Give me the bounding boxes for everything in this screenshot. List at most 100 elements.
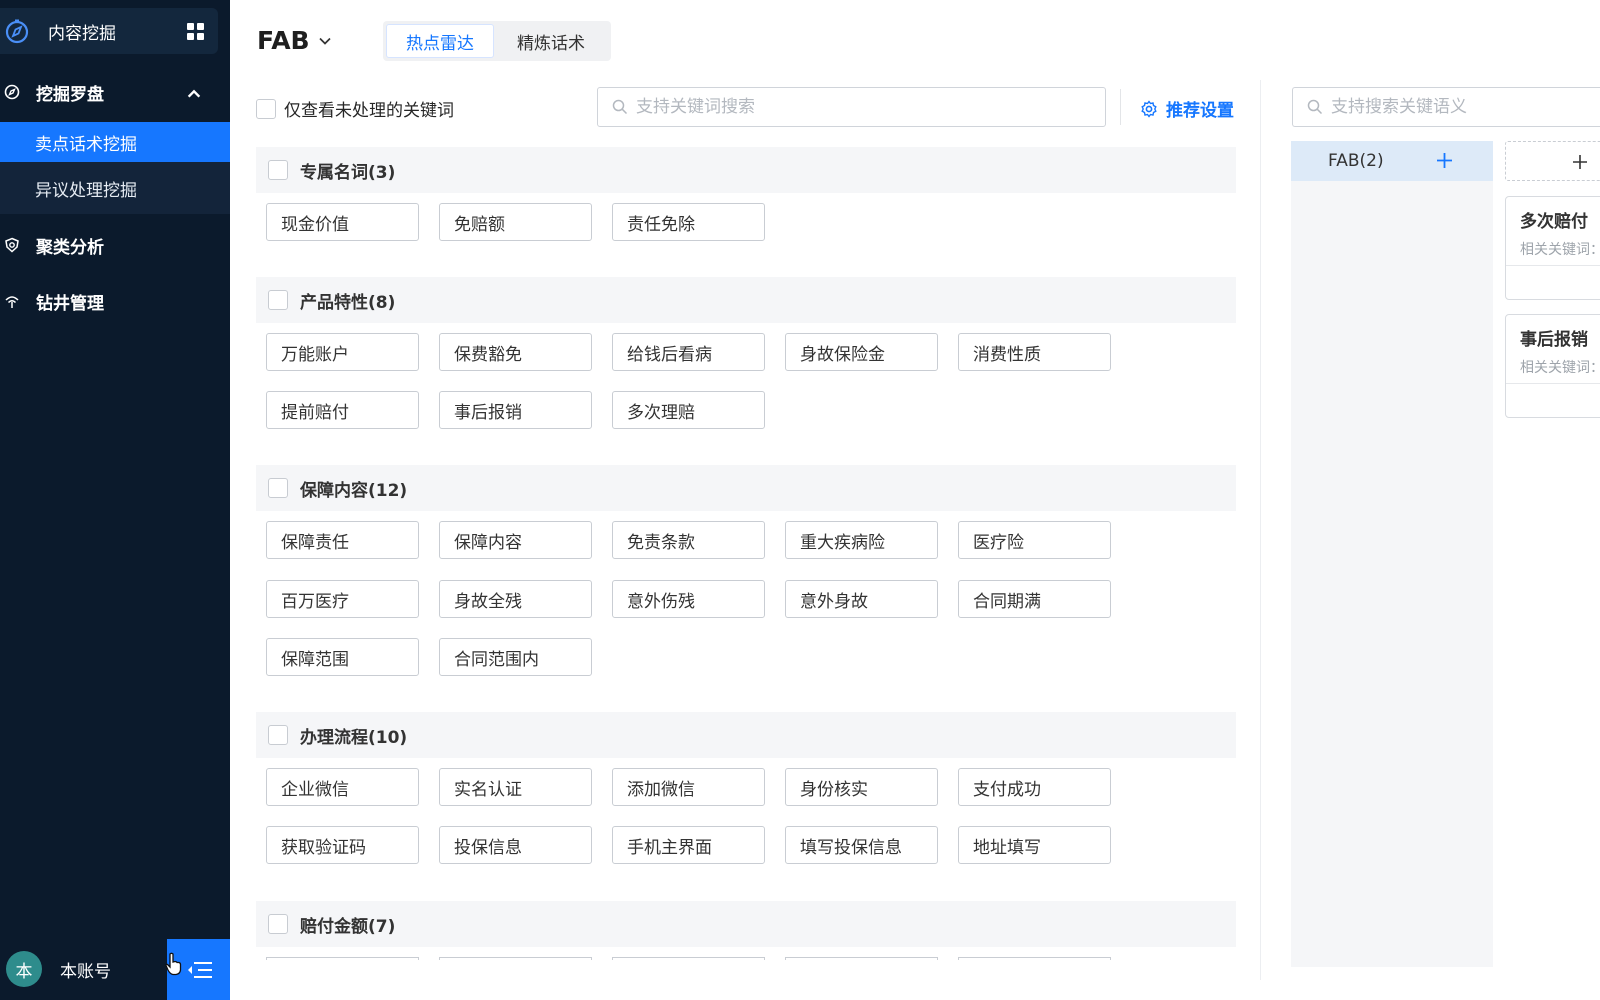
sub-item-label: 异议处理挖掘 xyxy=(35,180,137,201)
menu-collapse-icon xyxy=(187,961,212,978)
semantic-search-input[interactable] xyxy=(1331,97,1600,117)
tab-hot-radar[interactable]: 热点雷达 xyxy=(386,24,494,58)
unprocessed-checkbox[interactable] xyxy=(256,98,276,119)
semantic-search-box xyxy=(1292,87,1600,127)
add-column-button[interactable] xyxy=(1505,141,1600,181)
nav-group-cluster-analysis[interactable]: 聚类分析 xyxy=(0,225,230,265)
keyword-tag[interactable]: 身故全残 xyxy=(439,580,592,618)
section-checkbox[interactable] xyxy=(268,725,288,745)
keyword-tag[interactable]: 事后报销 xyxy=(439,391,592,429)
card-subtitle: 相关关键词： xyxy=(1520,242,1600,258)
keyword-tag[interactable]: 现金价值 xyxy=(266,203,419,241)
unprocessed-label: 仅查看未处理的关键词 xyxy=(284,101,454,121)
app-header[interactable]: 内容挖掘 xyxy=(0,8,218,54)
keyword-tag[interactable]: 身份核实 xyxy=(785,768,938,806)
nav-group-mining-compass[interactable]: 挖掘罗盘 xyxy=(0,72,230,112)
sub-item-objection-handling[interactable]: 异议处理挖掘 xyxy=(0,168,230,208)
recommend-settings-label: 推荐设置 xyxy=(1166,101,1234,121)
nav-group-label: 挖掘罗盘 xyxy=(36,84,104,105)
panel-divider xyxy=(1260,80,1261,980)
chevron-up-icon[interactable] xyxy=(186,86,202,102)
keyword-tag[interactable]: 获取验证码 xyxy=(266,826,419,864)
keyword-tag[interactable]: 地址填写 xyxy=(958,826,1111,864)
nav-group-drill-management[interactable]: 钻井管理 xyxy=(0,281,230,321)
card-divider xyxy=(1506,383,1600,384)
keyword-tag[interactable]: 意外身故 xyxy=(785,580,938,618)
avatar: 本 xyxy=(6,951,42,987)
account[interactable]: 本 本账号 xyxy=(6,951,111,987)
recommend-settings-button[interactable]: 推荐设置 xyxy=(1140,96,1234,121)
section-checkbox[interactable] xyxy=(268,290,288,310)
keyword-tag[interactable]: 合同期满 xyxy=(958,580,1111,618)
fab-item[interactable]: FAB(2) xyxy=(1291,141,1493,181)
page-title-dropdown[interactable]: FAB xyxy=(257,26,332,55)
keyword-tag[interactable]: 多次理赔 xyxy=(612,391,765,429)
account-name: 本账号 xyxy=(60,961,111,982)
unprocessed-filter[interactable]: 仅查看未处理的关键词 xyxy=(256,96,454,121)
section-header[interactable]: 产品特性(8) xyxy=(256,277,1236,323)
keyword-tag-partial xyxy=(958,957,1111,960)
section-header[interactable]: 办理流程(10) xyxy=(256,712,1236,758)
keyword-tag[interactable]: 身故保险金 xyxy=(785,333,938,371)
keyword-tag[interactable]: 提前赔付 xyxy=(266,391,419,429)
sub-item-label: 卖点话术挖掘 xyxy=(35,134,137,155)
keyword-tag[interactable]: 添加微信 xyxy=(612,768,765,806)
section-checkbox[interactable] xyxy=(268,914,288,934)
keyword-tag[interactable]: 支付成功 xyxy=(958,768,1111,806)
section-title: 赔付金额(7) xyxy=(300,916,396,937)
keyword-tag[interactable]: 意外伤残 xyxy=(612,580,765,618)
keyword-search-box xyxy=(597,87,1106,127)
plus-icon[interactable] xyxy=(1436,152,1453,169)
section-checkbox[interactable] xyxy=(268,478,288,498)
signal-icon xyxy=(5,296,19,308)
search-icon xyxy=(1307,99,1323,115)
keyword-tag-partial xyxy=(266,957,419,960)
section-header[interactable]: 保障内容(12) xyxy=(256,465,1236,511)
nav-group-label: 钻井管理 xyxy=(36,293,104,314)
keyword-tag-partial xyxy=(439,957,592,960)
keyword-tag[interactable]: 投保信息 xyxy=(439,826,592,864)
keyword-tag[interactable]: 免责条款 xyxy=(612,521,765,559)
keyword-tag[interactable]: 企业微信 xyxy=(266,768,419,806)
sub-item-selling-points[interactable]: 卖点话术挖掘 xyxy=(0,122,230,162)
keyword-tag[interactable]: 合同范围内 xyxy=(439,638,592,676)
keyword-tag[interactable]: 保障责任 xyxy=(266,521,419,559)
hand-cursor-icon xyxy=(165,952,182,976)
keyword-tag[interactable]: 医疗险 xyxy=(958,521,1111,559)
keyword-tag[interactable]: 重大疾病险 xyxy=(785,521,938,559)
keyword-tag[interactable]: 给钱后看病 xyxy=(612,333,765,371)
keyword-tag-partial xyxy=(612,957,765,960)
phrase-card[interactable]: 事后报销 相关关键词： xyxy=(1505,314,1600,418)
keyword-tag[interactable]: 消费性质 xyxy=(958,333,1111,371)
section-title: 办理流程(10) xyxy=(300,727,408,748)
shield-icon xyxy=(5,237,19,253)
keyword-tag[interactable]: 保障范围 xyxy=(266,638,419,676)
section-title: 保障内容(12) xyxy=(300,480,408,501)
fab-item-label: FAB(2) xyxy=(1328,151,1384,171)
keyword-tag[interactable]: 万能账户 xyxy=(266,333,419,371)
sub-menu: 卖点话术挖掘 异议处理挖掘 xyxy=(0,122,230,214)
section-title: 专属名词(3) xyxy=(300,162,396,183)
section-header[interactable]: 赔付金额(7) xyxy=(256,901,1236,947)
keyword-tag[interactable]: 保障内容 xyxy=(439,521,592,559)
card-title: 多次赔付 xyxy=(1520,212,1588,232)
search-icon xyxy=(612,99,628,115)
tab-refined-scripts[interactable]: 精炼话术 xyxy=(494,24,608,58)
keyword-tag[interactable]: 百万医疗 xyxy=(266,580,419,618)
keyword-tag[interactable]: 免赔额 xyxy=(439,203,592,241)
view-tabs: 热点雷达 精炼话术 xyxy=(383,21,611,61)
keyword-tag[interactable]: 填写投保信息 xyxy=(785,826,938,864)
keyword-tag[interactable]: 保费豁免 xyxy=(439,333,592,371)
section-header[interactable]: 专属名词(3) xyxy=(256,147,1236,193)
card-divider xyxy=(1506,265,1600,266)
plus-icon xyxy=(1573,155,1587,169)
page-title: FAB xyxy=(257,26,310,55)
app-grid-icon[interactable] xyxy=(187,23,204,40)
phrase-card[interactable]: 多次赔付 相关关键词： xyxy=(1505,196,1600,300)
keyword-search-input[interactable] xyxy=(636,97,1016,117)
toolbar-divider xyxy=(1120,89,1121,125)
keyword-tag[interactable]: 手机主界面 xyxy=(612,826,765,864)
keyword-tag[interactable]: 实名认证 xyxy=(439,768,592,806)
keyword-tag[interactable]: 责任免除 xyxy=(612,203,765,241)
section-checkbox[interactable] xyxy=(268,160,288,180)
